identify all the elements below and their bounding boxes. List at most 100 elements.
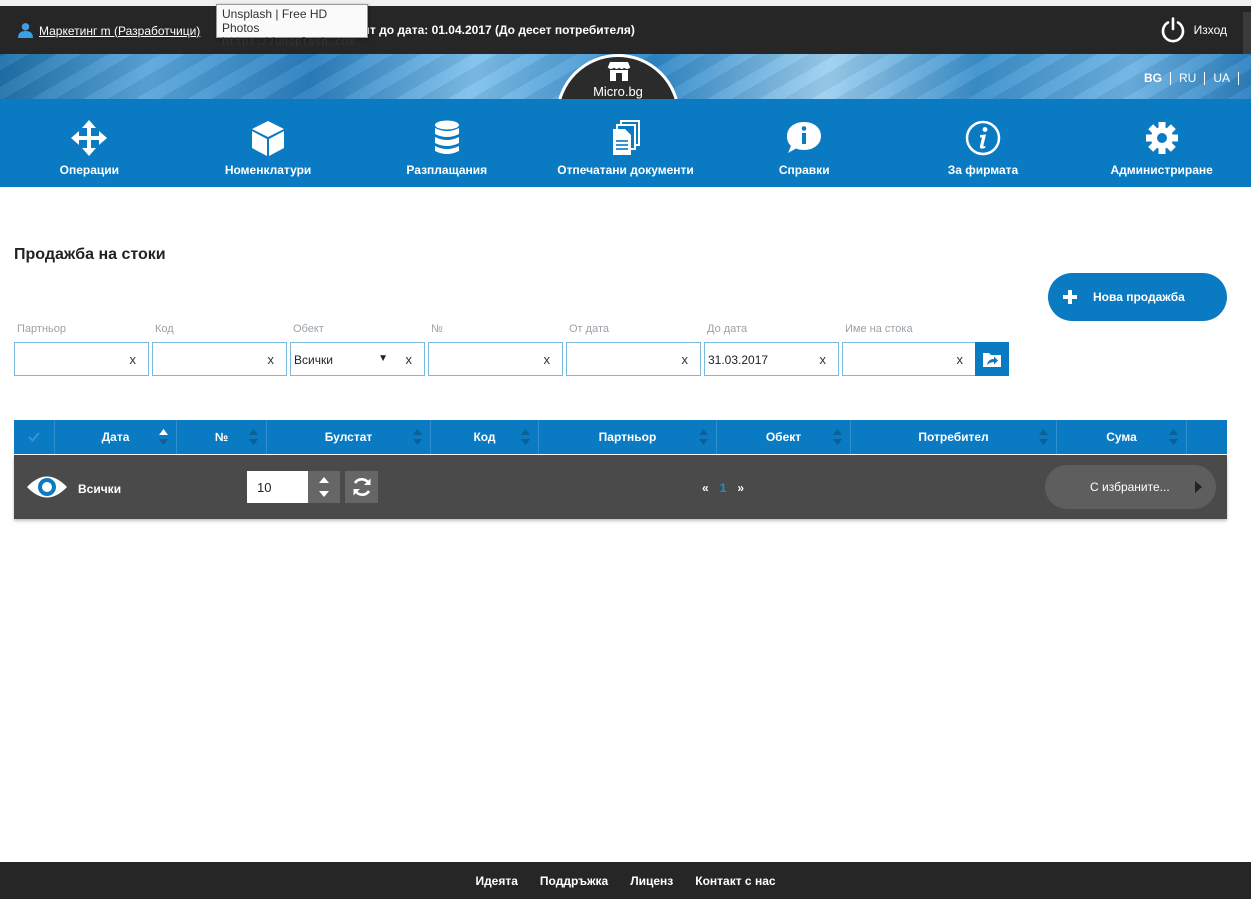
column-label: Код: [473, 430, 496, 444]
column-code[interactable]: Код: [431, 420, 539, 454]
caret-right-icon: [1195, 481, 1202, 493]
sort-icon: [413, 429, 422, 445]
scrollbar[interactable]: [1243, 12, 1251, 60]
clear-icon[interactable]: x: [406, 352, 413, 367]
logo-text: Micro.bg: [593, 84, 643, 99]
column-label: Булстат: [324, 430, 373, 444]
logo-container: Micro.bg: [0, 54, 1251, 99]
sort-icon: [699, 429, 708, 445]
pager-prev[interactable]: «: [702, 481, 709, 495]
column-label: Дата: [101, 430, 130, 444]
eye-icon[interactable]: [26, 472, 68, 502]
nav-administration[interactable]: Администриране: [1072, 99, 1251, 187]
new-sale-button[interactable]: Нова продажба: [1048, 273, 1227, 321]
date-to-input[interactable]: 31.03.2017 x: [704, 342, 839, 376]
power-icon: [1161, 17, 1184, 43]
column-label: Потребител: [918, 430, 989, 444]
column-user[interactable]: Потребител: [851, 420, 1057, 454]
footer-link-contact[interactable]: Контакт с нас: [695, 874, 775, 888]
sort-asc-icon: [159, 429, 168, 445]
plus-icon: [1063, 290, 1077, 304]
language-switcher: BG RU UA: [1136, 72, 1239, 85]
nav-label: Разплащания: [406, 163, 488, 177]
share-folder-icon: [983, 353, 1001, 367]
lang-bg[interactable]: BG: [1136, 72, 1171, 85]
footer-link-license[interactable]: Лиценз: [630, 874, 673, 888]
nav-operations[interactable]: Операции: [0, 99, 179, 187]
clear-icon[interactable]: x: [682, 352, 689, 367]
logout-button[interactable]: Изход: [1160, 17, 1227, 43]
filter-label: Обект: [293, 323, 324, 335]
tooltip-url: https://unsplash.com: [222, 35, 355, 48]
pager-page-1[interactable]: 1: [720, 481, 727, 495]
sort-icon: [833, 429, 842, 445]
sort-icon: [249, 429, 258, 445]
filter-value: Всички: [294, 353, 333, 367]
page-size-input[interactable]: 10: [247, 471, 308, 503]
checkmark-icon: [28, 432, 40, 442]
column-object[interactable]: Обект: [717, 420, 851, 454]
gear-icon: [1145, 122, 1178, 154]
page-title: Продажба на стоки: [14, 246, 166, 263]
column-partner[interactable]: Партньор: [539, 420, 717, 454]
bulk-actions-button[interactable]: С избраните...: [1045, 465, 1216, 509]
column-number[interactable]: №: [177, 420, 267, 454]
select-all-checkbox[interactable]: [14, 420, 55, 454]
clear-icon[interactable]: x: [544, 352, 551, 367]
column-bulstat[interactable]: Булстат: [267, 420, 431, 454]
nav-label: Отпечатани документи: [557, 163, 694, 177]
footer-link-support[interactable]: Поддръжка: [540, 874, 608, 888]
lang-ua[interactable]: UA: [1205, 72, 1239, 85]
nav-label: Операции: [59, 163, 120, 177]
documents-icon: [612, 120, 640, 155]
bulk-actions-label: С избраните...: [1090, 480, 1170, 494]
sort-icon: [521, 429, 530, 445]
code-input[interactable]: x: [152, 342, 287, 376]
nav-label: Справки: [778, 163, 830, 177]
cube-icon: [252, 121, 285, 156]
footer-link-idea[interactable]: Идеята: [475, 874, 517, 888]
number-input[interactable]: x: [428, 342, 563, 376]
date-from-input[interactable]: x: [566, 342, 701, 376]
new-sale-label: Нова продажба: [1093, 290, 1185, 304]
nav-reports[interactable]: Справки: [715, 99, 894, 187]
object-select[interactable]: Всички ▼ x: [290, 342, 425, 376]
nav-label: Администриране: [1110, 163, 1213, 177]
lang-ru[interactable]: RU: [1171, 72, 1206, 85]
nav-label: За фирмата: [947, 163, 1019, 177]
license-text: ент до дата: 01.04.2017 (До десет потреб…: [356, 23, 635, 37]
logo[interactable]: Micro.bg: [556, 54, 680, 99]
column-label: Сума: [1106, 430, 1137, 444]
top-bar: Маркетинг m (Разработчици) ент до дата: …: [0, 6, 1251, 60]
nav-payments[interactable]: Разплащания: [357, 99, 536, 187]
column-label: Партньор: [598, 430, 657, 444]
user-label: Маркетинг m (Разработчици): [39, 23, 201, 38]
refresh-icon: [353, 478, 370, 496]
nav-nomenclatures[interactable]: Номенклатури: [179, 99, 358, 187]
clear-icon[interactable]: x: [268, 352, 275, 367]
column-amount[interactable]: Сума: [1057, 420, 1187, 454]
clear-icon[interactable]: x: [820, 352, 827, 367]
nav-company[interactable]: За фирмата: [894, 99, 1073, 187]
clear-icon[interactable]: x: [957, 352, 964, 367]
refresh-button[interactable]: [345, 471, 378, 503]
shop-icon: [607, 62, 631, 81]
user-link[interactable]: Маркетинг m (Разработчици): [17, 22, 200, 39]
item-name-input[interactable]: x: [842, 342, 976, 376]
partner-input[interactable]: x: [14, 342, 149, 376]
database-icon: [434, 120, 459, 154]
filter-label: Партньор: [17, 323, 66, 335]
logout-label: Изход: [1193, 23, 1227, 37]
caret-down-icon: ▼: [378, 353, 388, 364]
pager-next[interactable]: »: [737, 481, 744, 495]
main-nav: Операции Номенклатури Разплащания Отпеча…: [0, 99, 1251, 187]
filter-label: До дата: [707, 323, 748, 335]
page-size-stepper[interactable]: [308, 471, 340, 503]
column-date[interactable]: Дата: [55, 420, 177, 454]
filter-label: От дата: [569, 323, 609, 335]
apply-filter-button[interactable]: [975, 342, 1009, 376]
table-header: Дата № Булстат Код Партньор Обект Потреб…: [14, 420, 1227, 454]
column-label: Обект: [765, 430, 802, 444]
clear-icon[interactable]: x: [130, 352, 137, 367]
nav-printed-documents[interactable]: Отпечатани документи: [536, 99, 715, 187]
